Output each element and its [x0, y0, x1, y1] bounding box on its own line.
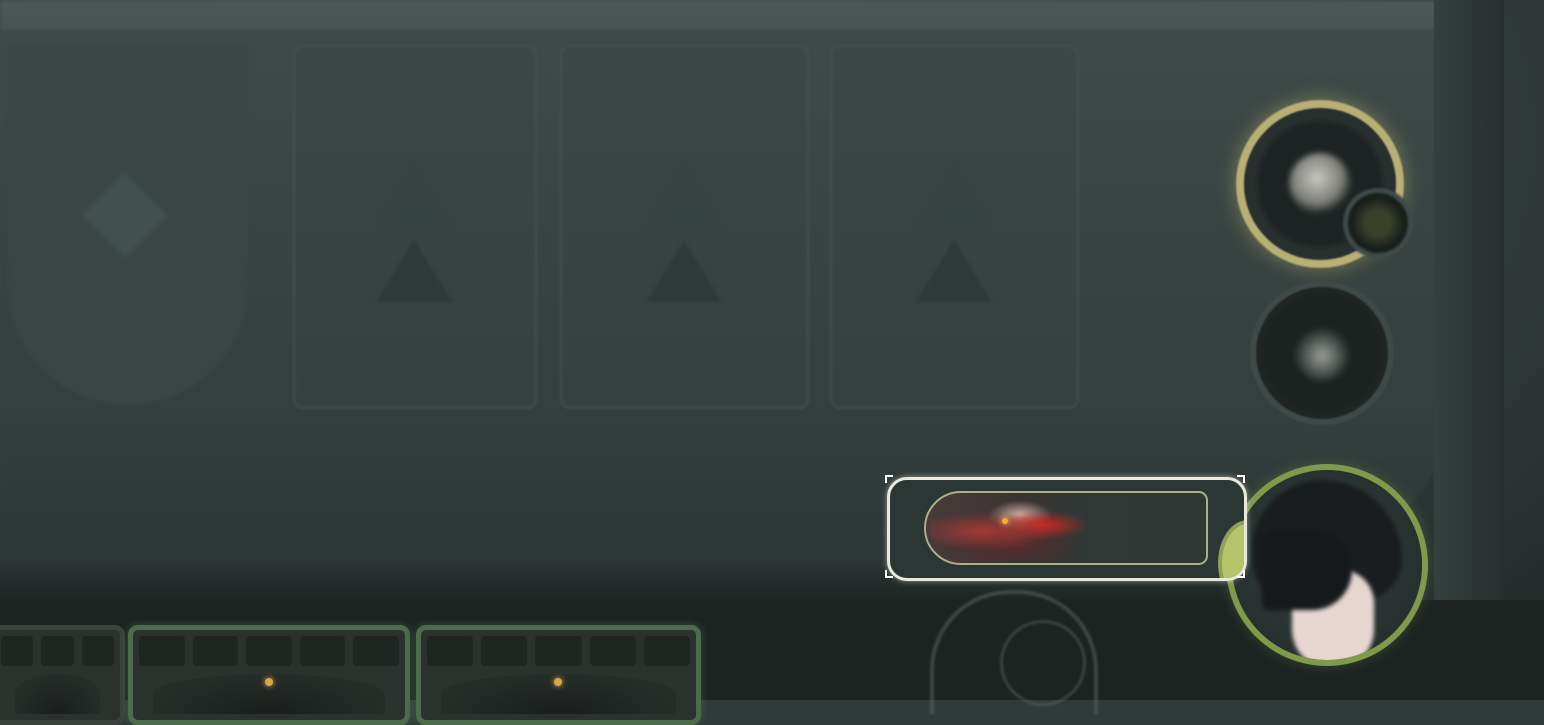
selection-corner — [1237, 475, 1245, 483]
selection-corner — [885, 570, 893, 578]
equipment-slot-3[interactable] — [560, 45, 809, 409]
card-cost-slots — [1, 636, 114, 666]
board-ornament-curl — [1000, 620, 1086, 706]
triangle-slot-icon — [916, 160, 992, 222]
equipment-slot-4[interactable] — [830, 45, 1079, 409]
triangle-slot-icon — [646, 160, 722, 222]
portrait-fringe — [1262, 530, 1352, 610]
monster-art — [930, 497, 1110, 559]
card-spark — [265, 678, 273, 686]
monster-bar[interactable] — [887, 477, 1247, 581]
card-cost-slots — [139, 636, 399, 666]
emote-icon — [1294, 325, 1350, 381]
selection-corner — [885, 475, 893, 483]
hand-card[interactable] — [416, 625, 701, 725]
card-art — [15, 674, 100, 714]
monster-eye — [1002, 518, 1008, 524]
triangle-slot-icon — [376, 160, 452, 222]
triangle-slot-icon — [376, 240, 452, 302]
monster-bar-inner — [924, 491, 1208, 565]
card-cost-slots — [427, 636, 691, 666]
skill-emblem-icon — [1289, 153, 1351, 215]
selection-corner — [1237, 570, 1245, 578]
triangle-slot-icon — [916, 240, 992, 302]
equipment-slot-2[interactable] — [293, 45, 537, 409]
panel-edge — [1434, 0, 1504, 700]
hand-card[interactable] — [0, 625, 125, 725]
player-portrait[interactable] — [1232, 470, 1422, 660]
triangle-slot-icon — [646, 240, 722, 302]
card-spark — [554, 678, 562, 686]
emote-button[interactable] — [1256, 287, 1388, 419]
badge-icon — [1348, 193, 1408, 253]
hand-card[interactable] — [128, 625, 410, 725]
